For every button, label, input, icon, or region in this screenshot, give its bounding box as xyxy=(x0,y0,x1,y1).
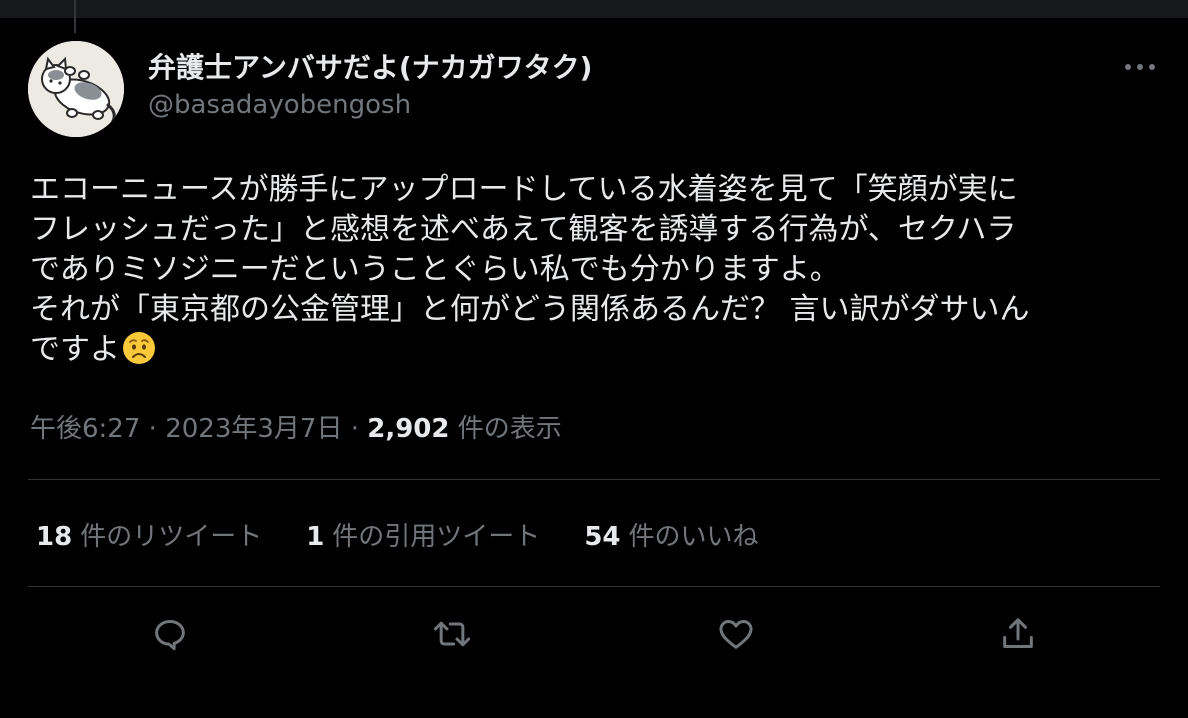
views-label: 件の表示 xyxy=(457,414,562,444)
tweet-text-line: フレッシュだった」と感想を述べあえて観客を誘導する行為が、セクハラ xyxy=(30,212,1017,247)
thread-line xyxy=(74,0,76,33)
engagement-stats: 18 件のリツイート 1 件の引用ツイート 54 件のいいね xyxy=(36,516,759,553)
retweet-button[interactable] xyxy=(430,612,474,656)
retweet-icon xyxy=(433,621,471,647)
views-count: 2,902 xyxy=(367,414,450,444)
tweet-date[interactable]: 2023年3月7日 xyxy=(165,414,342,444)
divider xyxy=(28,586,1160,587)
share-button[interactable] xyxy=(996,612,1040,656)
like-button[interactable] xyxy=(714,612,758,656)
quotes-label: 件の引用ツイート xyxy=(332,522,541,552)
more-horizontal-icon xyxy=(1125,64,1155,70)
share-icon xyxy=(1003,618,1033,648)
tweet-text: エコーニュースが勝手にアップロードしている水着姿を見て「笑顔が実に フレッシュだ… xyxy=(30,170,1160,376)
retweets-stat[interactable]: 18 件のリツイート xyxy=(36,516,262,553)
tweet-text-line-last: ですよ xyxy=(30,330,1160,376)
tweet-text-line: でありミソジニーだということぐらい私でも分かりますよ。 xyxy=(30,252,840,287)
divider xyxy=(28,479,1160,480)
reply-button[interactable] xyxy=(148,612,192,656)
tweet-meta: 午後6:27 · 2023年3月7日 · 2,902 件の表示 xyxy=(30,408,562,445)
quotes-count: 1 xyxy=(306,522,325,552)
retweets-label: 件のリツイート xyxy=(80,522,263,552)
more-options-button[interactable] xyxy=(1120,52,1160,82)
likes-count: 54 xyxy=(584,522,621,552)
tweet-time[interactable]: 午後6:27 xyxy=(30,414,140,444)
reply-icon xyxy=(155,620,185,651)
user-handle[interactable]: @basadayobengosh xyxy=(148,90,411,120)
heart-icon xyxy=(719,620,753,649)
display-name[interactable]: 弁護士アンバサだよ(ナカガワタク) xyxy=(148,46,592,86)
tweet-text-line: それが「東京都の公金管理」と何がどう関係あるんだ？ 言い訳がダサいん xyxy=(30,292,1030,327)
tweet-text-line: ですよ xyxy=(30,332,120,367)
quotes-stat[interactable]: 1 件の引用ツイート xyxy=(306,516,540,553)
worried-face-emoji-icon xyxy=(122,331,156,376)
likes-label: 件のいいね xyxy=(628,522,759,552)
meta-separator: · xyxy=(148,414,157,444)
cat-avatar-icon xyxy=(28,41,124,137)
retweets-count: 18 xyxy=(36,522,73,552)
tweet-text-line: エコーニュースが勝手にアップロードしている水着姿を見て「笑顔が実に xyxy=(30,172,1018,207)
likes-stat[interactable]: 54 件のいいね xyxy=(584,516,758,553)
top-strip xyxy=(0,0,1188,18)
avatar[interactable] xyxy=(28,41,124,137)
meta-separator: · xyxy=(350,414,359,444)
